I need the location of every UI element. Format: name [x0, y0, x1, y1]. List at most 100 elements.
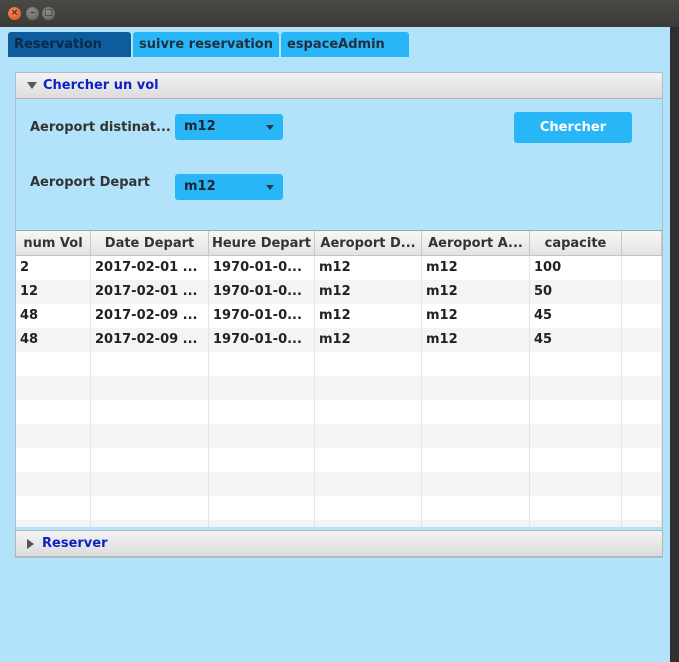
- cell-aeroport-depart: [315, 424, 422, 448]
- cell-aeroport-depart: [315, 352, 422, 376]
- tab-espace-admin[interactable]: espaceAdmin: [281, 32, 409, 57]
- empty-table-row[interactable]: [16, 376, 662, 400]
- cell-num-vol: [16, 496, 91, 520]
- cell-capacite: [530, 352, 622, 376]
- cell-aeroport-depart: m12: [315, 328, 422, 352]
- cell-aeroport-depart: [315, 448, 422, 472]
- table-row[interactable]: 2 2017-02-01 ... 1970-01-0... m12 m12 100: [16, 256, 662, 280]
- empty-table-row[interactable]: [16, 352, 662, 376]
- dropdown-arrow-icon: [266, 125, 274, 130]
- flights-table[interactable]: num Vol Date Depart Heure Depart Aeropor…: [16, 230, 662, 527]
- expand-arrow-right-icon: [27, 539, 34, 549]
- cell-aeroport-depart: [315, 520, 422, 527]
- cell-aeroport-depart: m12: [315, 304, 422, 328]
- column-header-heure-depart[interactable]: Heure Depart: [209, 231, 315, 256]
- cell-capacite: 100: [530, 256, 622, 280]
- cell-heure-depart: 1970-01-0...: [209, 328, 315, 352]
- cell-heure-depart: 1970-01-0...: [209, 280, 315, 304]
- empty-table-row[interactable]: [16, 520, 662, 527]
- cell-date-depart: 2017-02-01 ...: [91, 280, 209, 304]
- cell-filler: [622, 376, 662, 400]
- departure-airport-value: m12: [184, 179, 216, 194]
- cell-aeroport-depart: [315, 472, 422, 496]
- cell-date-depart: [91, 448, 209, 472]
- cell-heure-depart: [209, 352, 315, 376]
- maximize-window-button[interactable]: □: [42, 7, 55, 20]
- reservation-panel: Chercher un vol Aeroport distinat... m12…: [15, 72, 663, 558]
- cell-aeroport-arrivee: [422, 424, 530, 448]
- cell-heure-depart: [209, 400, 315, 424]
- cell-capacite: [530, 520, 622, 527]
- search-button[interactable]: Chercher: [514, 112, 632, 143]
- cell-aeroport-arrivee: m12: [422, 328, 530, 352]
- cell-num-vol: [16, 424, 91, 448]
- cell-aeroport-arrivee: m12: [422, 304, 530, 328]
- cell-capacite: [530, 376, 622, 400]
- column-header-num-vol[interactable]: num Vol: [16, 231, 91, 256]
- minimize-window-button[interactable]: –: [26, 7, 39, 20]
- empty-table-row[interactable]: [16, 400, 662, 424]
- cell-aeroport-arrivee: [422, 352, 530, 376]
- cell-aeroport-arrivee: [422, 496, 530, 520]
- table-body: 2 2017-02-01 ... 1970-01-0... m12 m12 100 12 20…: [16, 256, 662, 527]
- app-window: Reservation suivre reservation espaceAdm…: [0, 27, 670, 662]
- departure-airport-label: Aeroport Depart: [30, 175, 150, 190]
- table-row[interactable]: 48 2017-02-09 ... 1970-01-0... m12 m12 45: [16, 304, 662, 328]
- cell-date-depart: [91, 352, 209, 376]
- tab-reservation[interactable]: Reservation: [8, 32, 131, 57]
- departure-airport-combo[interactable]: m12: [175, 174, 283, 200]
- reserve-pane-title: Reserver: [42, 536, 108, 551]
- cell-heure-depart: [209, 472, 315, 496]
- arrival-airport-combo[interactable]: m12: [175, 114, 283, 140]
- cell-filler: [622, 280, 662, 304]
- cell-date-depart: [91, 400, 209, 424]
- table-row[interactable]: 12 2017-02-01 ... 1970-01-0... m12 m12 50: [16, 280, 662, 304]
- search-pane-title: Chercher un vol: [43, 78, 159, 93]
- column-header-aeroport-arrivee[interactable]: Aeroport A...: [422, 231, 530, 256]
- reserve-pane-header[interactable]: Reserver: [15, 530, 663, 557]
- close-window-button[interactable]: ×: [8, 7, 21, 20]
- cell-capacite: 45: [530, 304, 622, 328]
- cell-filler: [622, 448, 662, 472]
- column-header-date-depart[interactable]: Date Depart: [91, 231, 209, 256]
- empty-table-row[interactable]: [16, 448, 662, 472]
- cell-filler: [622, 304, 662, 328]
- cell-heure-depart: 1970-01-0...: [209, 256, 315, 280]
- table-row[interactable]: 48 2017-02-09 ... 1970-01-0... m12 m12 45: [16, 328, 662, 352]
- cell-num-vol: 2: [16, 256, 91, 280]
- expand-arrow-down-icon: [27, 82, 37, 89]
- cell-capacite: 45: [530, 328, 622, 352]
- window-edge: [670, 27, 679, 662]
- cell-aeroport-depart: [315, 376, 422, 400]
- cell-aeroport-depart: [315, 400, 422, 424]
- column-header-aeroport-depart[interactable]: Aeroport D...: [315, 231, 422, 256]
- cell-date-depart: 2017-02-09 ...: [91, 304, 209, 328]
- cell-filler: [622, 472, 662, 496]
- cell-date-depart: 2017-02-01 ...: [91, 256, 209, 280]
- empty-table-row[interactable]: [16, 472, 662, 496]
- cell-date-depart: 2017-02-09 ...: [91, 328, 209, 352]
- cell-aeroport-arrivee: [422, 472, 530, 496]
- tab-suivre-reservation[interactable]: suivre reservation: [133, 32, 279, 57]
- cell-date-depart: [91, 424, 209, 448]
- cell-heure-depart: [209, 424, 315, 448]
- cell-aeroport-arrivee: [422, 400, 530, 424]
- cell-date-depart: [91, 376, 209, 400]
- search-pane-header[interactable]: Chercher un vol: [16, 73, 662, 99]
- cell-num-vol: 12: [16, 280, 91, 304]
- cell-aeroport-arrivee: [422, 520, 530, 527]
- cell-aeroport-arrivee: m12: [422, 280, 530, 304]
- cell-filler: [622, 424, 662, 448]
- empty-table-row[interactable]: [16, 496, 662, 520]
- cell-num-vol: [16, 352, 91, 376]
- cell-capacite: 50: [530, 280, 622, 304]
- column-header-capacite[interactable]: capacite: [530, 231, 622, 256]
- cell-num-vol: 48: [16, 328, 91, 352]
- cell-filler: [622, 352, 662, 376]
- column-header-filler: [622, 231, 662, 256]
- empty-table-row[interactable]: [16, 424, 662, 448]
- cell-num-vol: 48: [16, 304, 91, 328]
- cell-date-depart: [91, 472, 209, 496]
- cell-aeroport-arrivee: [422, 448, 530, 472]
- window-titlebar: × – □: [0, 0, 679, 27]
